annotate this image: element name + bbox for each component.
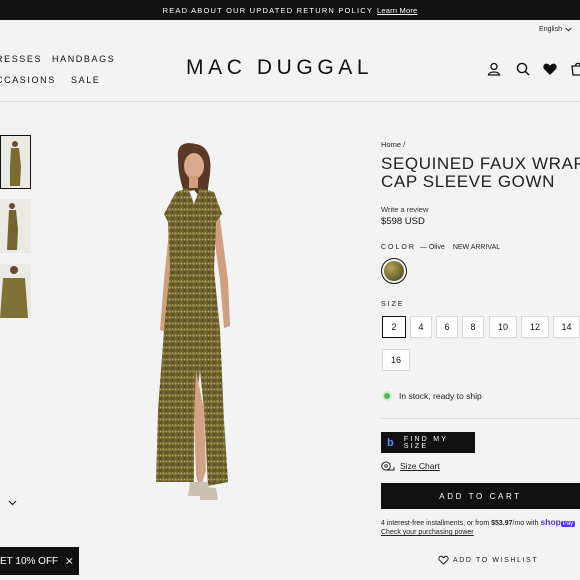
- size-option[interactable]: 2: [382, 316, 406, 338]
- find-my-size-logo-icon: b: [387, 436, 396, 449]
- add-to-cart-button[interactable]: ADD TO CART: [381, 483, 580, 509]
- installments-info: 4 interest-free installments, or from $5…: [381, 517, 580, 527]
- search-icon[interactable]: [515, 61, 531, 77]
- breadcrumb[interactable]: Home /: [381, 140, 405, 149]
- chevron-down-icon: [565, 27, 572, 32]
- find-my-size-button[interactable]: b FIND MY SIZE: [381, 432, 475, 453]
- wishlist-label: ADD TO WISHLIST: [453, 556, 539, 564]
- size-option[interactable]: 4: [410, 316, 432, 338]
- language-label: English: [539, 26, 562, 33]
- product-price: $598 USD: [381, 216, 425, 227]
- divider: [381, 418, 580, 419]
- product-title: SEQUINED FAUX WRAP CAP SLEEVE GOWN: [381, 155, 580, 191]
- language-selector[interactable]: English: [539, 26, 572, 33]
- add-to-wishlist-button[interactable]: ADD TO WISHLIST: [438, 555, 538, 565]
- heart-outline-icon: [438, 555, 449, 565]
- color-value: — Olive: [419, 244, 445, 251]
- color-swatch-olive[interactable]: [381, 258, 407, 284]
- site-header: English RESSES HANDBAGS CCASIONS SALE MA…: [0, 20, 580, 102]
- promo-banner[interactable]: ET 10% OFF: [0, 547, 79, 575]
- installments-amount: $53.97: [491, 520, 513, 527]
- heart-icon[interactable]: [542, 61, 558, 77]
- stock-status: In stock, ready to ship: [384, 391, 482, 401]
- new-arrival-badge: NEW ARRIVAL: [452, 244, 501, 251]
- nav-dresses[interactable]: RESSES: [0, 54, 42, 64]
- size-label: SIZE: [381, 301, 405, 308]
- nav-occasions[interactable]: CCASIONS: [0, 75, 56, 85]
- promo-text: ET 10% OFF: [0, 555, 59, 567]
- nav-sale[interactable]: SALE: [71, 75, 100, 85]
- size-chart-link[interactable]: Size Chart: [381, 461, 440, 471]
- stock-text: In stock, ready to ship: [399, 391, 482, 401]
- size-option[interactable]: 6: [436, 316, 458, 338]
- color-row: COLOR — Olive NEW ARRIVAL: [381, 244, 500, 251]
- installments-prefix: 4 interest-free installments, or from: [381, 520, 492, 527]
- installments-suffix: /mo with: [512, 520, 541, 527]
- check-purchasing-power-link[interactable]: Check your purchasing power: [381, 529, 474, 536]
- size-option[interactable]: 12: [521, 316, 549, 338]
- in-stock-dot-icon: [384, 393, 390, 399]
- shop-pay-badge: Pay: [560, 521, 576, 527]
- close-icon[interactable]: [66, 556, 73, 566]
- product-title-line-1: SEQUINED FAUX WRAP: [381, 154, 580, 173]
- gallery-thumbnail-1[interactable]: [0, 135, 31, 189]
- chevron-down-icon[interactable]: [8, 500, 17, 506]
- learn-more-link[interactable]: Learn More: [377, 6, 417, 15]
- size-chart-label: Size Chart: [400, 461, 440, 471]
- size-option[interactable]: 16: [382, 349, 410, 371]
- nav-handbags[interactable]: HANDBAGS: [52, 54, 115, 64]
- write-review-link[interactable]: Write a review: [381, 205, 428, 214]
- brand-logo[interactable]: MAC DUGGAL: [186, 56, 373, 80]
- gallery-thumbnail-3[interactable]: [0, 264, 31, 318]
- cart-icon[interactable]: [570, 61, 580, 77]
- tape-measure-icon: [381, 461, 395, 471]
- size-option[interactable]: 10: [489, 316, 517, 338]
- size-option[interactable]: 14: [553, 316, 580, 338]
- find-my-size-label: FIND MY SIZE: [403, 435, 448, 450]
- dress-thumbnail-image: [1, 136, 30, 188]
- gallery-thumbnail-2[interactable]: [0, 199, 31, 253]
- product-title-line-2: CAP SLEEVE GOWN: [381, 172, 556, 191]
- color-label: COLOR: [381, 244, 416, 251]
- size-option[interactable]: 8: [462, 316, 484, 338]
- dress-thumbnail-image: [0, 264, 31, 318]
- announcement-bar: READ ABOUT OUR UPDATED RETURN POLICY Lea…: [0, 0, 580, 20]
- account-icon[interactable]: [486, 61, 502, 77]
- announcement-text: READ ABOUT OUR UPDATED RETURN POLICY: [162, 5, 374, 15]
- product-image: [156, 143, 230, 500]
- shop-pay-logo: shop: [540, 517, 561, 527]
- dress-thumbnail-image: [0, 199, 31, 253]
